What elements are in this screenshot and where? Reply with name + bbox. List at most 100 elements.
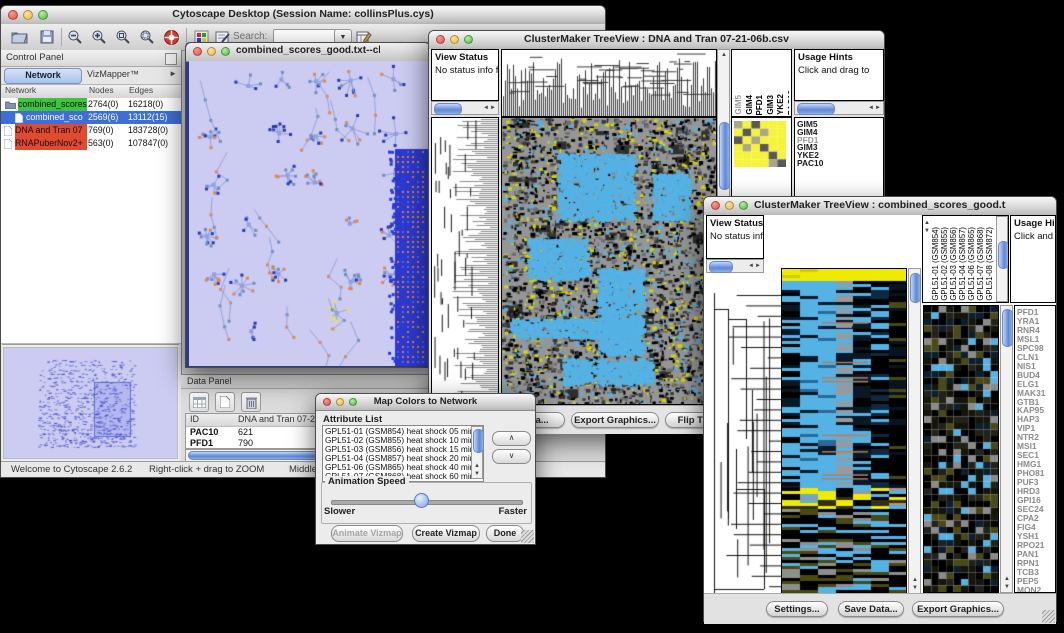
column-label[interactable]: GIM5 — [734, 95, 744, 115]
table-row[interactable]: combined_scores 2764(0) 16218(0) — [1, 98, 181, 111]
scrollbar-thumb[interactable] — [998, 241, 1009, 269]
column-label[interactable]: YKE2 — [776, 94, 786, 115]
gene-label[interactable]: MON2 — [1015, 586, 1055, 593]
scroll-right-icon[interactable]: ► — [490, 105, 496, 111]
scroll-up-icon[interactable]: ▲ — [924, 220, 930, 226]
help-lifering-icon[interactable] — [161, 27, 181, 47]
speed-slider-thumb[interactable] — [414, 493, 429, 508]
column-label[interactable]: GPL51-02 (GSM855) — [940, 227, 949, 301]
settings-button[interactable]: Settings... — [766, 601, 828, 617]
column-label[interactable]: GIM4 — [745, 95, 755, 115]
treeview1-titlebar[interactable]: ClusterMaker TreeView : DNA and Tran 07-… — [429, 31, 884, 50]
scrollbar-thumb[interactable] — [910, 273, 921, 303]
heatmap-panel[interactable] — [781, 268, 907, 594]
zoom-window-icon[interactable] — [739, 201, 748, 210]
resize-grip[interactable] — [1042, 610, 1055, 623]
column-dendrogram-canvas[interactable] — [502, 50, 716, 116]
network-view-titlebar[interactable]: combined_scores_good.txt--cluste... — [186, 43, 430, 62]
row-dendrogram-panel[interactable] — [431, 117, 499, 405]
close-icon[interactable] — [323, 398, 331, 406]
export-graphics-button[interactable]: Export Graphics... — [912, 601, 1004, 617]
scroll-right-icon[interactable]: ► — [755, 263, 761, 269]
view-status-hscrollbar[interactable]: ◄ ► — [706, 259, 764, 273]
scroll-up-icon[interactable]: ▲ — [912, 577, 918, 583]
scrollbar-thumb[interactable] — [797, 103, 835, 115]
zoom-selected-icon[interactable] — [113, 27, 133, 47]
minimize-icon[interactable] — [725, 201, 734, 210]
table-row[interactable]: RNAPuberNov2+ 563(0) 107847(0) — [1, 137, 181, 150]
view-status-hscrollbar[interactable]: ◄ ► — [431, 101, 499, 115]
column-header-id[interactable]: ID — [190, 414, 234, 424]
close-icon[interactable] — [711, 201, 720, 210]
column-dendrogram-panel[interactable] — [501, 49, 717, 117]
heatmap-panel[interactable] — [501, 117, 717, 405]
scroll-up-icon[interactable]: ▲ — [474, 463, 480, 469]
tab-network[interactable]: Network — [4, 68, 82, 84]
move-down-button[interactable]: ∨ — [492, 449, 531, 464]
scroll-left-icon[interactable]: ◄ — [868, 105, 874, 111]
heatmap-canvas[interactable] — [782, 269, 906, 593]
move-up-button[interactable]: ∧ — [492, 431, 531, 446]
main-titlebar[interactable]: Cytoscape Desktop (Session Name: collins… — [1, 6, 605, 25]
column-label[interactable]: PAC10 — [787, 90, 790, 115]
tab-vizmapper[interactable]: VizMapper™ — [87, 69, 139, 79]
table-row[interactable]: DNA and Tran 07 769(0) 183728(0) — [1, 124, 181, 137]
summary-matrix-canvas[interactable] — [734, 121, 786, 167]
row-dendrogram-canvas[interactable] — [432, 118, 498, 404]
birdseye-view[interactable] — [2, 344, 179, 461]
done-button[interactable]: Done — [486, 525, 524, 542]
column-header-network[interactable]: Network — [5, 85, 85, 95]
float-panel-icon[interactable] — [165, 53, 177, 65]
column-header-edges[interactable]: Edges — [129, 85, 179, 95]
birdseye-canvas[interactable] — [3, 347, 178, 459]
column-label[interactable]: GPL51-06 (GSM865) — [967, 227, 976, 301]
zoom-window-icon[interactable] — [38, 10, 48, 20]
scroll-right-icon[interactable]: ► — [875, 105, 881, 111]
zoom-window-icon[interactable] — [464, 35, 473, 44]
select-attributes-icon[interactable] — [189, 392, 209, 412]
scrollbar-thumb[interactable] — [719, 122, 730, 190]
column-label[interactable]: GPL51-01 (GSM854) — [931, 227, 940, 301]
close-icon[interactable] — [436, 35, 445, 44]
zoom-in-icon[interactable] — [89, 27, 109, 47]
tab-overflow-arrow-icon[interactable]: ► — [169, 69, 177, 78]
heatmap-vscrollbar[interactable]: ▲ ▼ — [908, 268, 921, 594]
column-label[interactable]: GPL51-03 (GSM856) — [949, 227, 958, 301]
minimize-icon[interactable] — [23, 10, 33, 20]
scroll-down-icon[interactable]: ▼ — [474, 471, 480, 477]
new-attribute-icon[interactable] — [215, 392, 235, 412]
dialog-titlebar[interactable]: Map Colors to Network — [316, 394, 535, 411]
scroll-down-icon[interactable]: ▼ — [912, 585, 918, 591]
close-icon[interactable] — [193, 47, 202, 56]
minimize-icon[interactable] — [450, 35, 459, 44]
detail-heatmap-canvas[interactable] — [924, 306, 998, 592]
column-label[interactable]: GPL51-04 (GSM857) — [958, 227, 967, 301]
column-label[interactable]: PFD1 — [755, 95, 765, 115]
scroll-left-icon[interactable]: ◄ — [748, 263, 754, 269]
minimize-icon[interactable] — [207, 47, 216, 56]
create-vizmap-button[interactable]: Create Vizmap — [412, 525, 480, 542]
scrollbar-thumb[interactable] — [473, 429, 484, 453]
resize-grip[interactable] — [521, 530, 534, 543]
animate-vizmap-button[interactable]: Animate Vizmap — [331, 525, 403, 542]
scroll-down-icon[interactable]: ▼ — [1004, 584, 1010, 590]
network-canvas[interactable] — [189, 61, 429, 366]
scroll-down-icon[interactable]: ▼ — [924, 228, 930, 234]
zoom-fit-icon[interactable] — [137, 27, 157, 47]
column-label[interactable]: GPL51-08 (GSM872) — [985, 227, 994, 301]
heatmap-canvas[interactable] — [502, 118, 716, 404]
scrollbar-thumb[interactable] — [434, 103, 462, 115]
delete-attribute-icon[interactable] — [241, 392, 261, 412]
usage-hints-hscrollbar[interactable]: ◄ ► — [794, 101, 884, 115]
attribute-listbox[interactable]: GPL51-01 (GSM854) heat shock 05 minGPL51… — [322, 425, 484, 482]
scroll-up-icon[interactable]: ▲ — [1004, 576, 1010, 582]
row-dendrogram-canvas[interactable] — [706, 289, 782, 611]
column-header-nodes[interactable]: Nodes — [89, 85, 127, 95]
scrollbar-thumb[interactable] — [709, 261, 733, 273]
detail-heatmap-panel[interactable] — [923, 305, 999, 593]
detail-vscrollbar[interactable]: ▲ ▼ — [1000, 305, 1013, 593]
scroll-up-icon[interactable]: ▲ — [721, 52, 727, 58]
zoom-out-icon[interactable] — [65, 27, 85, 47]
zoom-window-icon[interactable] — [349, 398, 357, 406]
column-label[interactable]: GPL51-07 (GSM868) — [976, 227, 985, 301]
